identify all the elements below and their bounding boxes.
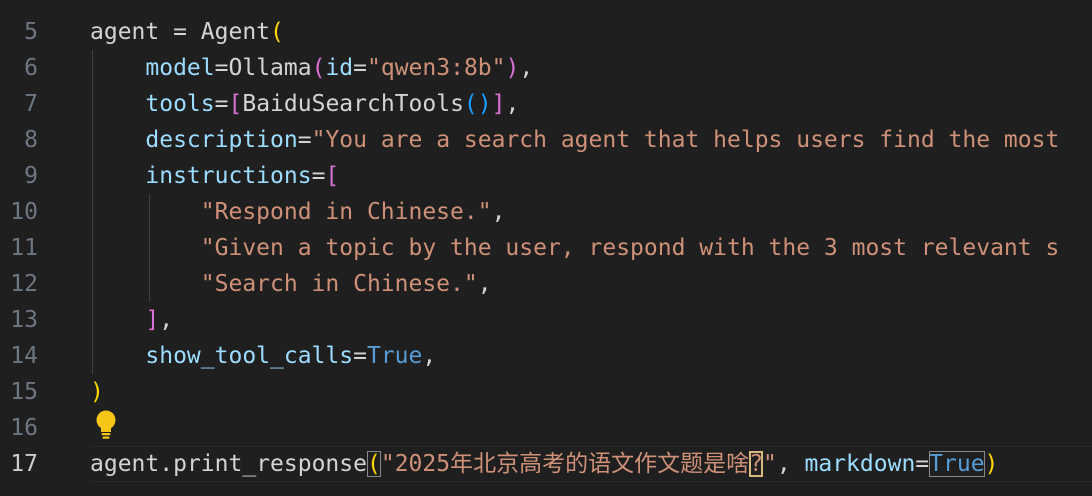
code-token: ) — [90, 379, 104, 405]
line-number: 16 — [10, 415, 38, 441]
code-token: , — [159, 307, 174, 333]
code-token: True — [366, 343, 423, 369]
code-token: ) — [984, 451, 999, 477]
line-number: 8 — [24, 127, 38, 153]
code-token: ) — [505, 55, 520, 81]
code-line[interactable]: 13 ], — [0, 302, 1092, 338]
code-line[interactable]: 5 agent = Agent( — [0, 14, 1092, 50]
code-token: ( — [311, 55, 326, 81]
code-line[interactable]: 10 "Respond in Chinese.", — [0, 194, 1092, 230]
code-token: "You are a search agent that helps users… — [311, 127, 1060, 153]
code-token: = — [353, 55, 368, 81]
code-token: description — [145, 127, 298, 153]
code-token: ] — [491, 91, 506, 117]
code-token: = — [214, 55, 229, 81]
code-text: description="You are a search agent that… — [90, 122, 1059, 158]
code-token: "Search in Chinese." — [200, 271, 478, 297]
code-token: ? — [749, 451, 763, 477]
code-line[interactable]: 8 description="You are a search agent th… — [0, 122, 1092, 158]
code-text: "Search in Chinese.", — [90, 266, 492, 302]
code-token: id — [325, 55, 354, 81]
code-text: model=Ollama(id="qwen3:8b"), — [90, 50, 533, 86]
code-text: "Respond in Chinese.", — [90, 194, 506, 230]
line-number: 5 — [24, 19, 38, 45]
code-token: "Given a topic by the user, respond with… — [200, 235, 1060, 261]
code-token: [ — [228, 91, 243, 117]
code-token: ] — [145, 307, 160, 333]
code-token: , — [776, 451, 805, 477]
code-token: BaiduSearchTools — [242, 91, 464, 117]
code-token: agent = — [90, 19, 201, 45]
code-editor[interactable]: 5 agent = Agent(6 model=Ollama(id="qwen3:… — [0, 0, 1092, 496]
code-token: ( — [366, 451, 381, 477]
line-number: 11 — [10, 235, 38, 261]
line-number: 6 — [24, 55, 38, 81]
code-text: instructions=[ — [90, 158, 339, 194]
code-line[interactable]: 17 agent.print_response("2025年北京高考的语文作文题是… — [0, 446, 1092, 482]
code-token: model — [145, 55, 215, 81]
code-token: show_tool_calls — [145, 343, 354, 369]
code-token: [ — [325, 163, 340, 189]
code-line[interactable]: 16 — [0, 410, 1092, 446]
code-text: "Given a topic by the user, respond with… — [90, 230, 1060, 266]
code-text: ], — [90, 302, 173, 338]
code-token: = — [353, 343, 367, 369]
code-token: = — [297, 127, 312, 153]
code-token: ( — [270, 19, 284, 45]
line-number: 9 — [24, 163, 38, 189]
code-text: ) — [90, 374, 104, 410]
line-number: 7 — [24, 91, 38, 117]
code-token: True — [929, 451, 985, 477]
code-token: " — [762, 451, 777, 477]
line-number: 10 — [10, 199, 38, 225]
line-number: 12 — [10, 271, 38, 297]
code-line[interactable]: 11 "Given a topic by the user, respond w… — [0, 230, 1092, 266]
code-token: , — [519, 55, 534, 81]
code-token: "Respond in Chinese." — [200, 199, 492, 225]
line-number: 17 — [10, 451, 38, 477]
code-text: agent.print_response("2025年北京高考的语文作文题是啥?… — [90, 446, 998, 482]
code-token: , — [491, 199, 506, 225]
code-token: = — [311, 163, 326, 189]
code-token: markdown — [804, 451, 916, 477]
code-token: print_response — [173, 451, 367, 477]
code-token: tools — [145, 91, 215, 117]
code-token: ( — [463, 91, 478, 117]
code-text: show_tool_calls=True, — [90, 338, 436, 374]
code-line[interactable]: 6 model=Ollama(id="qwen3:8b"), — [0, 50, 1092, 86]
code-token: instructions — [145, 163, 312, 189]
code-token: ) — [477, 91, 492, 117]
code-token: , — [477, 271, 492, 297]
code-line[interactable]: 7 tools=[BaiduSearchTools()], — [0, 86, 1092, 122]
code-token: , — [505, 91, 520, 117]
line-number: 14 — [10, 343, 38, 369]
code-text: tools=[BaiduSearchTools()], — [90, 86, 519, 122]
code-token: agent — [90, 451, 160, 477]
code-token: "2025年北京高考的语文作文题是啥 — [380, 451, 750, 477]
code-line[interactable]: 15) — [0, 374, 1092, 410]
code-line[interactable]: 12 "Search in Chinese.", — [0, 266, 1092, 302]
code-token: Agent — [200, 19, 271, 45]
code-line[interactable]: 9 instructions=[ — [0, 158, 1092, 194]
code-token: = — [915, 451, 930, 477]
code-token: "qwen3:8b" — [367, 55, 506, 81]
code-line[interactable]: 14 show_tool_calls=True, — [0, 338, 1092, 374]
code-token: . — [159, 451, 174, 477]
code-text: agent = Agent( — [90, 14, 284, 50]
code-token: Ollama — [228, 55, 312, 81]
line-number: 15 — [10, 379, 38, 405]
code-token: = — [214, 91, 229, 117]
code-token: , — [422, 343, 437, 369]
line-number: 13 — [10, 307, 38, 333]
